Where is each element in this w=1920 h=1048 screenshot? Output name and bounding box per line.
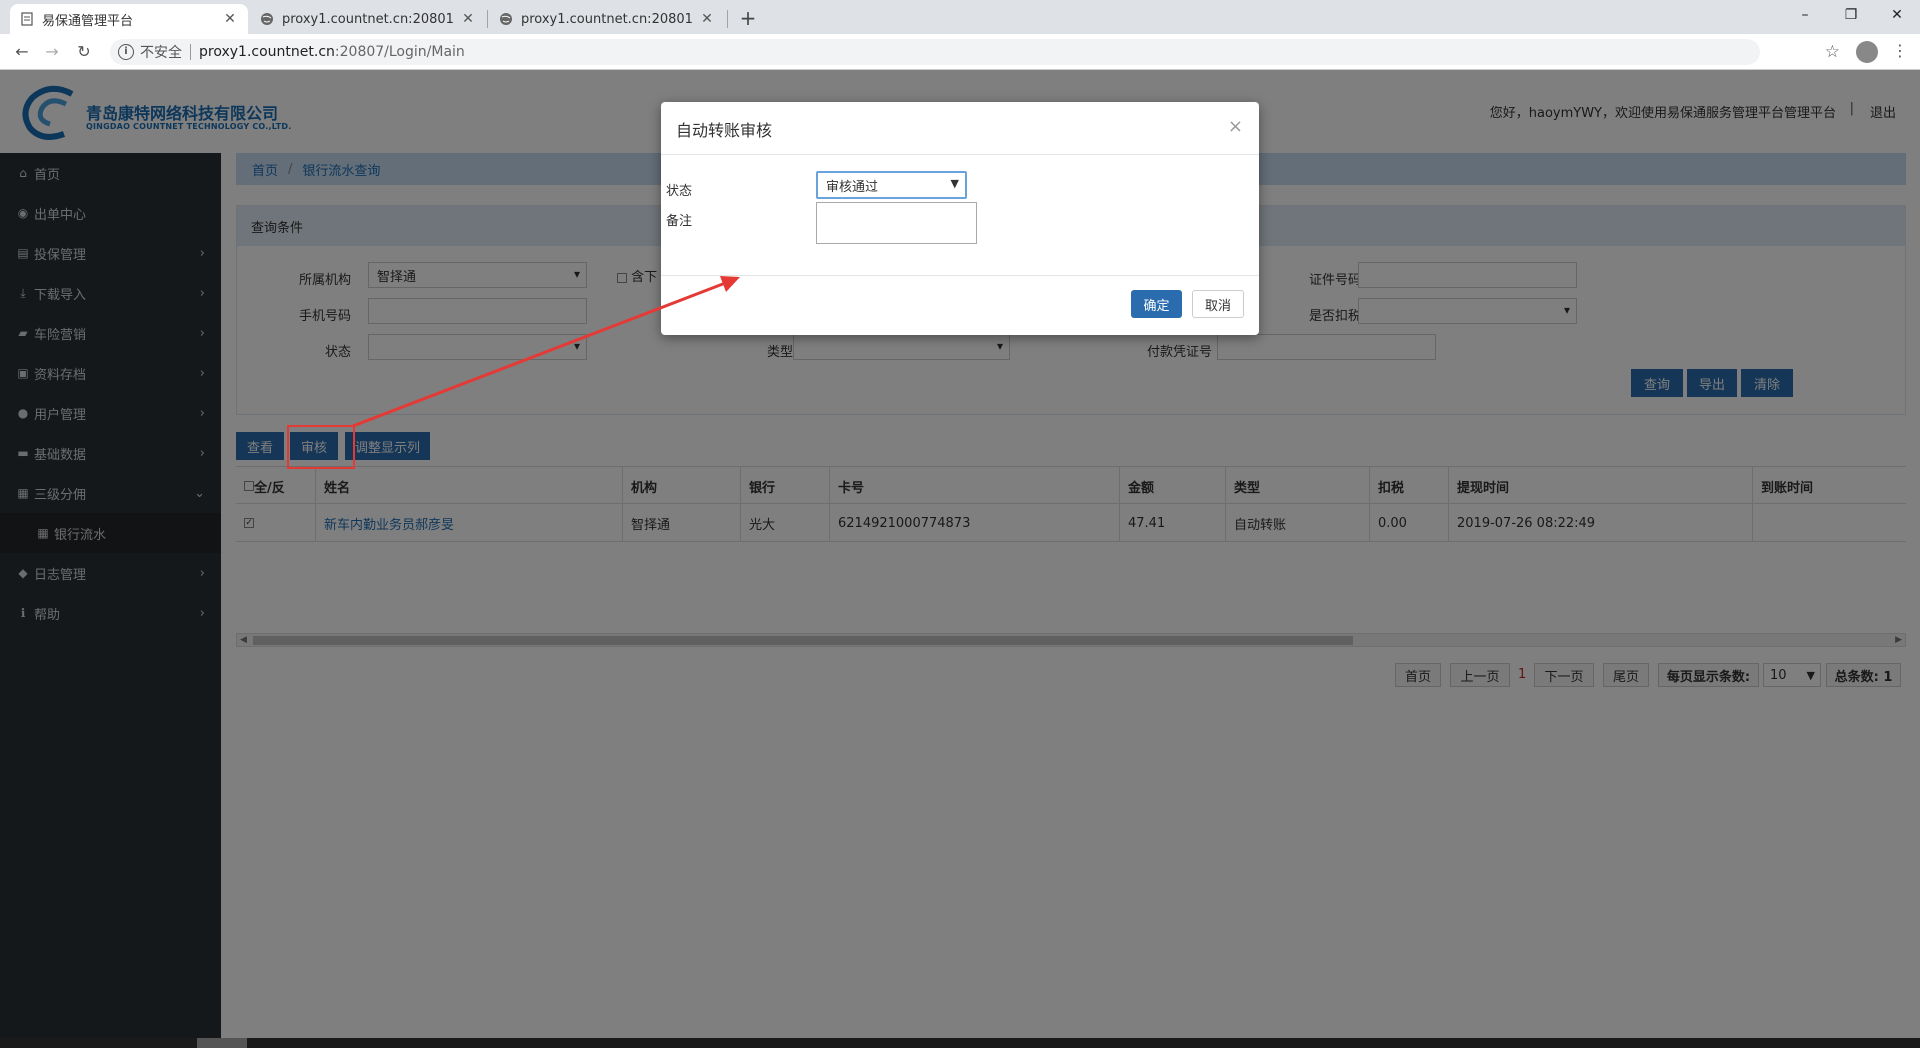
globe-icon — [499, 12, 513, 26]
cancel-button[interactable]: 取消 — [1192, 290, 1244, 318]
close-icon[interactable]: × — [1228, 116, 1243, 137]
page-icon — [20, 12, 34, 26]
os-taskbar — [0, 1038, 1920, 1048]
audit-modal: 自动转账审核 × 状态 审核通过 ▼ 备注 确定 取消 — [661, 102, 1259, 335]
forward-icon[interactable]: → — [42, 42, 62, 62]
profile-avatar-icon[interactable] — [1856, 41, 1878, 63]
address-bar: ← → ↻ i 不安全 proxy1.countnet.cn :20807/Lo… — [0, 34, 1920, 70]
taskbar-item[interactable] — [197, 1038, 247, 1048]
modal-header-divider — [661, 154, 1259, 155]
tab-separator — [487, 10, 488, 28]
modal-remark-label: 备注 — [666, 214, 693, 229]
tab-title: proxy1.countnet.cn:20801/ban — [282, 11, 454, 27]
browser-tab[interactable]: proxy1.countnet.cn:20801/ban ✕ — [250, 4, 486, 34]
tab-separator — [727, 10, 728, 28]
modal-status-label: 状态 — [666, 184, 693, 199]
url-host: proxy1.countnet.cn — [199, 44, 335, 60]
maximize-button[interactable]: ❐ — [1828, 4, 1874, 26]
confirm-button[interactable]: 确定 — [1131, 290, 1182, 318]
close-icon[interactable]: ✕ — [699, 11, 715, 27]
insecure-label: 不安全 — [140, 45, 182, 61]
browser-tab-bar: 易保通管理平台 ✕ proxy1.countnet.cn:20801/ban ✕… — [0, 0, 1920, 34]
reload-icon[interactable]: ↻ — [74, 42, 94, 62]
tab-title: proxy1.countnet.cn:20801/Veh — [521, 11, 693, 27]
url-path: :20807/Login/Main — [334, 44, 465, 60]
modal-footer-divider — [661, 275, 1259, 276]
tab-title: 易保通管理平台 — [42, 13, 134, 29]
close-icon[interactable]: ✕ — [460, 11, 476, 27]
close-icon[interactable]: ✕ — [222, 11, 238, 27]
globe-icon — [260, 12, 274, 26]
modal-remark-textarea[interactable] — [816, 202, 977, 244]
chevron-down-icon: ▼ — [950, 177, 959, 190]
url-field[interactable]: i 不安全 proxy1.countnet.cn :20807/Login/Ma… — [110, 39, 1760, 65]
modal-status-select[interactable]: 审核通过 ▼ — [816, 171, 967, 199]
info-icon[interactable]: i — [118, 44, 134, 60]
annotation-highlight-box — [287, 425, 355, 469]
bookmark-star-icon[interactable]: ☆ — [1825, 42, 1840, 62]
back-icon[interactable]: ← — [12, 42, 32, 62]
more-menu-icon[interactable]: ⋮ — [1892, 41, 1908, 60]
close-window-button[interactable]: ✕ — [1874, 4, 1920, 26]
browser-tab[interactable]: proxy1.countnet.cn:20801/Veh ✕ — [489, 4, 725, 34]
new-tab-button[interactable]: + — [735, 6, 761, 32]
modal-title: 自动转账审核 — [676, 121, 773, 140]
browser-tab-active[interactable]: 易保通管理平台 ✕ — [10, 4, 248, 34]
minimize-button[interactable]: – — [1782, 4, 1828, 26]
modal-status-value: 审核通过 — [826, 179, 879, 195]
omnibox-divider — [190, 44, 191, 60]
